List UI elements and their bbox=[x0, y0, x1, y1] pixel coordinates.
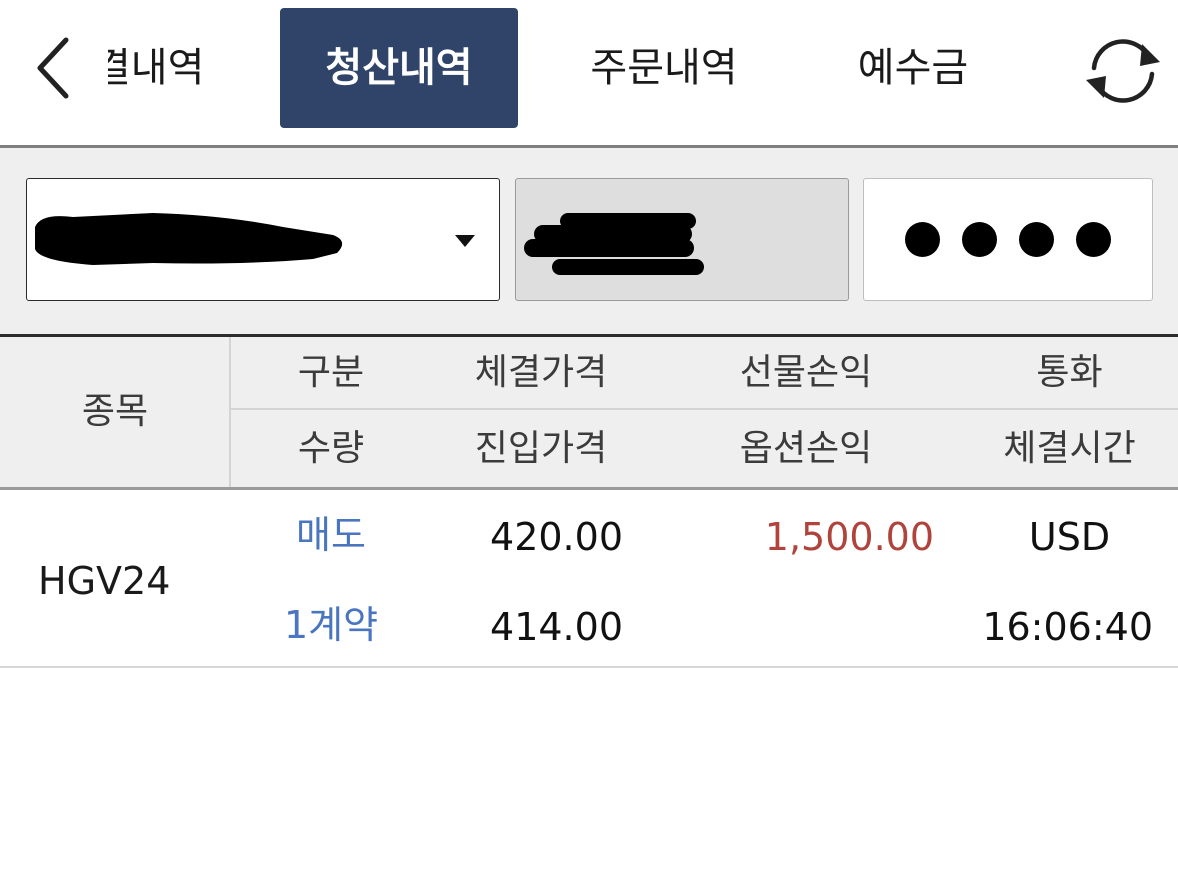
redacted-account-number bbox=[35, 213, 343, 265]
header-side: 구분 bbox=[297, 352, 365, 393]
password-dot bbox=[962, 222, 997, 257]
table-header: 종목 구분 체결가격 선물손익 통화 수량 진입가격 옵션손익 체결시간 bbox=[0, 337, 1178, 487]
tab-label: 결내역 bbox=[108, 45, 205, 91]
divider bbox=[0, 666, 1178, 668]
back-chevron-icon[interactable] bbox=[28, 36, 78, 100]
header-stock: 종목 bbox=[81, 391, 149, 432]
row-divider bbox=[231, 408, 1178, 410]
account-name-field bbox=[515, 178, 849, 301]
redacted-account-name bbox=[524, 213, 704, 275]
tab-deposit[interactable]: 예수금 bbox=[848, 8, 978, 128]
dropdown-caret-icon bbox=[455, 235, 475, 247]
cell-stock: HGV24 bbox=[38, 559, 171, 603]
password-dot bbox=[1076, 222, 1111, 257]
header-currency: 통화 bbox=[1036, 352, 1103, 393]
cell-side: 매도 bbox=[296, 513, 366, 557]
header-quantity: 수량 bbox=[297, 428, 365, 469]
tab-bar: 결내역 청산내역 주문내역 예수금 bbox=[0, 0, 1178, 145]
account-row bbox=[0, 148, 1178, 334]
account-number-select[interactable] bbox=[26, 178, 500, 301]
table-row[interactable]: HGV24 매도 1계약 420.00 414.00 1,500.00 USD … bbox=[0, 490, 1178, 666]
password-dot bbox=[1019, 222, 1054, 257]
cell-currency: USD bbox=[1028, 515, 1111, 559]
cell-quantity: 1계약 bbox=[283, 603, 379, 647]
header-entry-price: 진입가격 bbox=[474, 428, 608, 469]
tab-fills-history[interactable]: 결내역 bbox=[108, 8, 218, 128]
tab-liquidation-history[interactable]: 청산내역 bbox=[280, 8, 518, 128]
cell-fill-time: 16:06:40 bbox=[982, 605, 1153, 649]
password-dot bbox=[905, 222, 940, 257]
header-futures-pnl: 선물손익 bbox=[739, 352, 873, 393]
cell-fill-price: 420.00 bbox=[490, 515, 623, 559]
password-field[interactable] bbox=[863, 178, 1153, 301]
header-options-pnl: 옵션손익 bbox=[739, 428, 873, 469]
tab-order-history[interactable]: 주문내역 bbox=[578, 8, 750, 128]
cell-entry-price: 414.00 bbox=[490, 605, 623, 649]
header-fill-price: 체결가격 bbox=[474, 352, 608, 393]
cell-futures-pnl: 1,500.00 bbox=[764, 515, 934, 559]
header-fill-time: 체결시간 bbox=[1003, 428, 1136, 469]
refresh-icon[interactable] bbox=[1082, 32, 1164, 110]
